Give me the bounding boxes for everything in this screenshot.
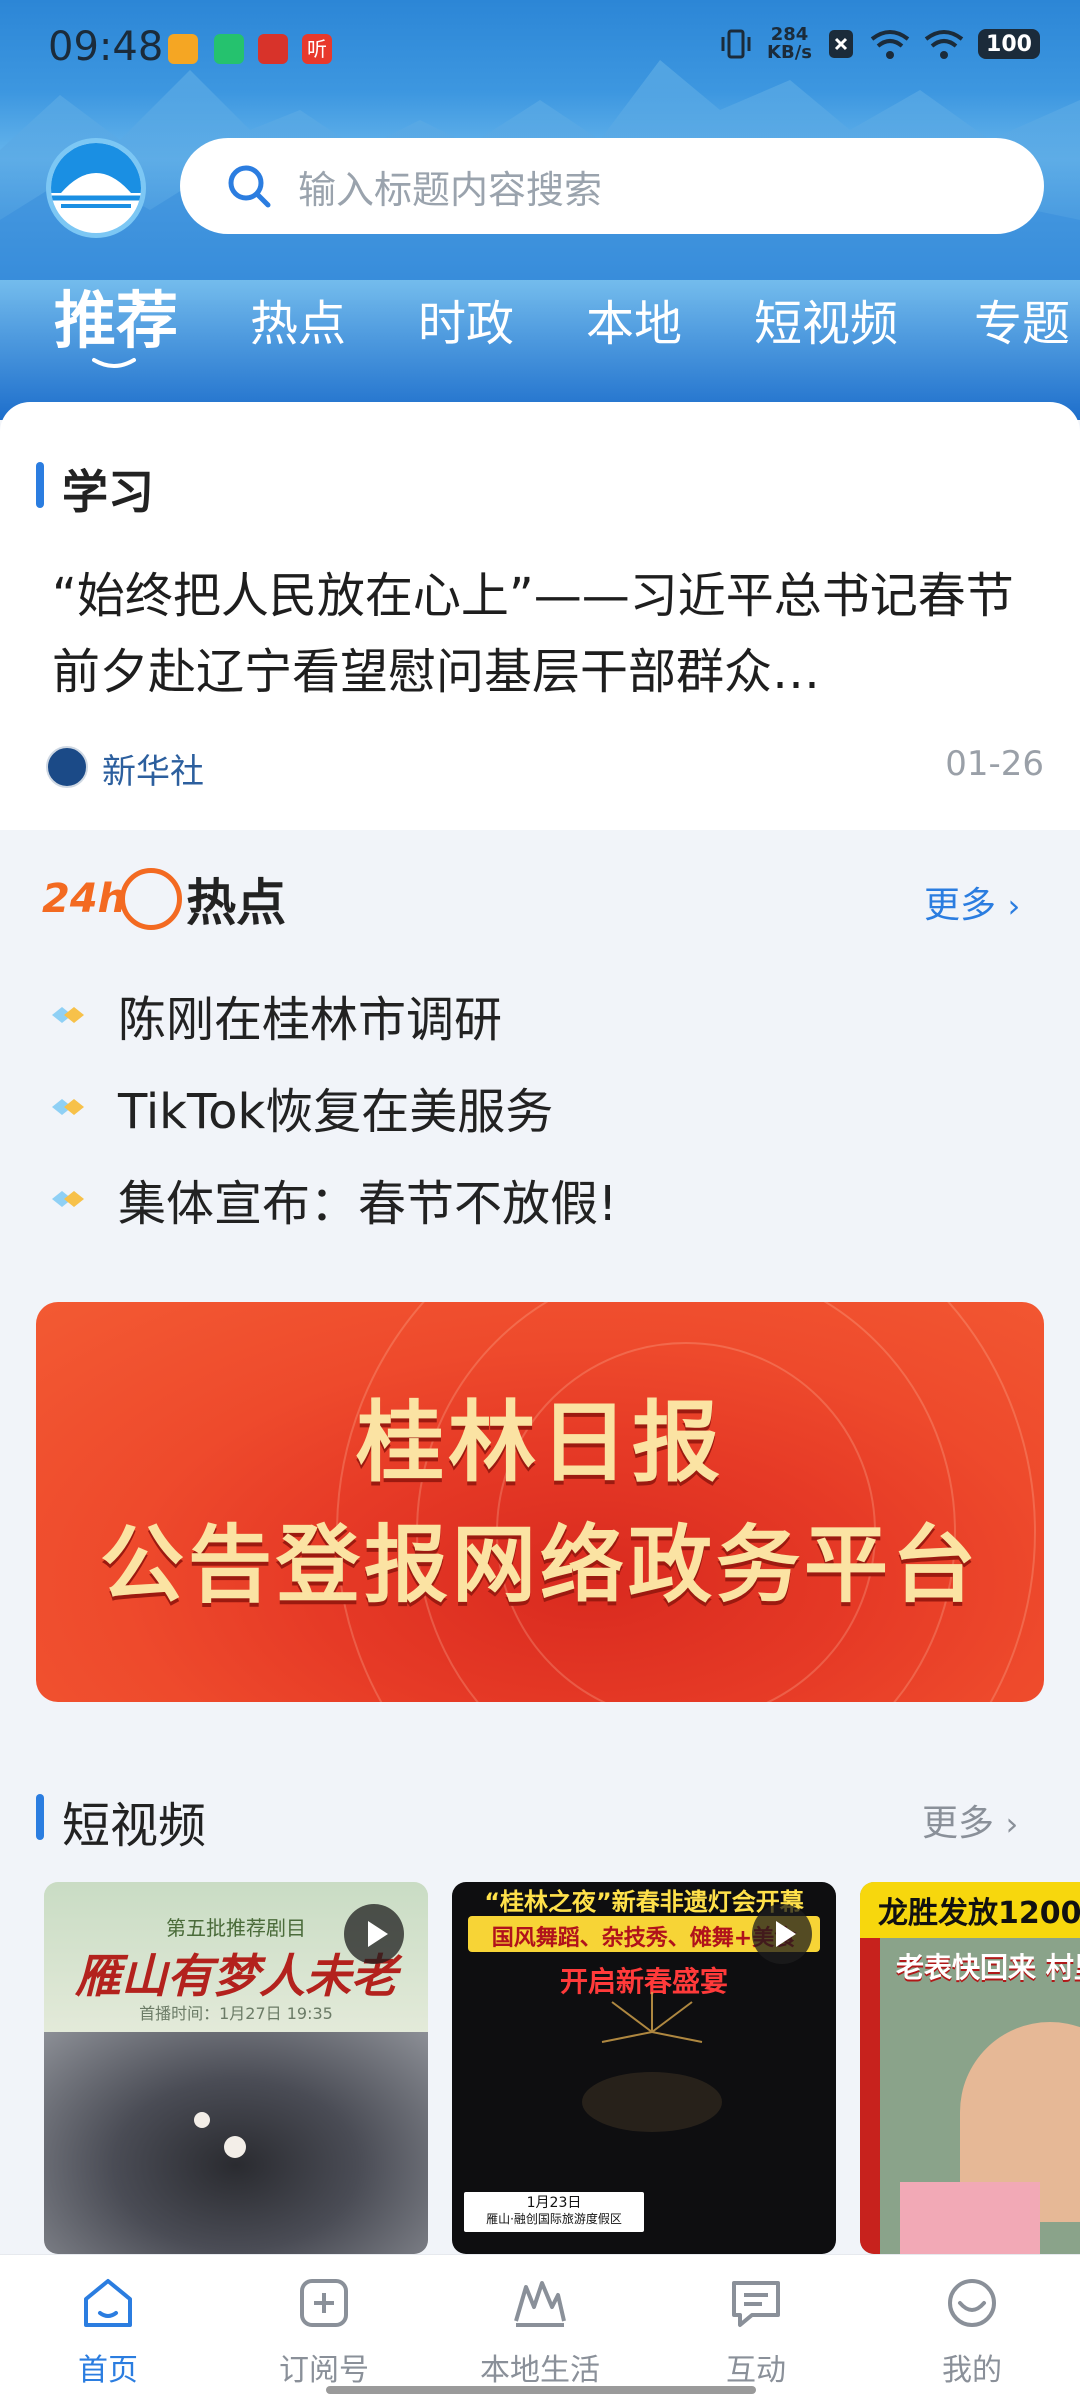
chevron-right-icon: › (1005, 1805, 1019, 1843)
hot-list-item[interactable]: TikTok恢复在美服务 (48, 1072, 553, 1142)
red-couplet-decoration (860, 1938, 880, 2254)
video-date: 1月23日 (526, 2195, 582, 2211)
video-card[interactable]: 龙胜发放1200余 老表快回来 村里 (860, 1882, 1080, 2254)
video-air-time: 首播时间：1月27日 19:35 (139, 2004, 333, 2023)
category-tabs: 推荐 热点 时政 本地 短视频 专题 (0, 270, 1080, 380)
banner-title: 桂林日报 (355, 1390, 724, 1494)
search-bar[interactable]: 输入标题内容搜索 (180, 138, 1044, 234)
hot-list-item[interactable]: 陈刚在桂林市调研 (48, 980, 502, 1050)
banknotes-graphic (900, 2182, 1040, 2254)
news-app-icon (258, 34, 288, 64)
heart-app-icon (168, 34, 198, 64)
chat-icon (732, 2281, 780, 2327)
nav-subscribe[interactable]: 订阅号 (244, 2273, 404, 2389)
video-card[interactable]: 第五批推荐剧目 雁山有梦人未老 首播时间：1月27日 19:35 (44, 1882, 428, 2254)
gov-platform-banner[interactable]: 桂林日报 公告登报网络政务平台 (36, 1302, 1044, 1702)
guilin-logo-icon (51, 143, 141, 208)
hot-section-title: 热点 (186, 874, 287, 932)
active-tab-indicator (92, 358, 136, 368)
nav-home[interactable]: 首页 (28, 2273, 188, 2389)
fireworks-graphic (582, 1992, 722, 2132)
banner-subtitle: 公告登报网络政务平台 (99, 1515, 980, 1614)
video-location: 雁山·融创国际旅游度假区 (486, 2212, 622, 2226)
play-icon[interactable] (344, 1904, 404, 1964)
hair-flower-decoration (194, 2112, 210, 2128)
app-logo[interactable] (46, 138, 146, 238)
hot-list-item[interactable]: 集体宣布：春节不放假! (48, 1164, 617, 1234)
listen-app-icon: 听 (302, 34, 332, 64)
clock-icon (120, 868, 183, 930)
nav-profile[interactable]: 我的 (892, 2273, 1052, 2389)
video-carousel[interactable]: 第五批推荐剧目 雁山有梦人未老 首播时间：1月27日 19:35 “桂林之夜”新… (0, 1882, 1080, 2254)
diamond-bullet-icon (52, 1007, 84, 1023)
home-icon (84, 2279, 132, 2327)
shield-app-icon (214, 34, 244, 64)
section-accent-bar (36, 462, 44, 508)
video-caption: 老表快回来 村里 (896, 1951, 1080, 1984)
hot-more-link[interactable]: 更多 › (924, 876, 1020, 928)
hot-24h-logo: 24h 热点 (42, 864, 286, 934)
hot-24h-badge: 24h (42, 876, 127, 922)
video-card[interactable]: “桂林之夜”新春非遗灯会开幕 国风舞蹈、杂技秀、傩舞+美食 开启新春盛宴 1月2… (452, 1882, 836, 2254)
wifi-icon (924, 30, 964, 59)
tab-hot[interactable]: 热点 (250, 284, 346, 354)
hair-flower-decoration (224, 2136, 246, 2158)
tab-topics[interactable]: 专题 (974, 284, 1070, 354)
battery-indicator: 100 (978, 29, 1040, 59)
network-speed: 284 KB/s (767, 24, 812, 63)
nav-local-life[interactable]: 本地生活 (460, 2273, 620, 2389)
tab-politics[interactable]: 时政 (418, 284, 514, 354)
vibrate-icon (721, 29, 751, 59)
subscribe-icon (300, 2279, 348, 2327)
status-bar: 09:48 听 284 KB/s 100 (0, 0, 1080, 100)
tab-recommend[interactable]: 推荐 (54, 270, 178, 360)
study-section-title: 学习 (62, 465, 154, 519)
home-indicator[interactable] (326, 2386, 756, 2394)
video-title: 龙胜发放1200余 (878, 1896, 1080, 1931)
status-time: 09:48 (48, 24, 164, 70)
video-more-link[interactable]: 更多 › (922, 1794, 1018, 1846)
nav-interact[interactable]: 互动 (676, 2273, 836, 2389)
diamond-bullet-icon (52, 1099, 84, 1115)
tab-local[interactable]: 本地 (586, 284, 682, 354)
wifi-6-icon (870, 30, 910, 59)
video-section-title: 短视频 (62, 1798, 207, 1854)
search-placeholder: 输入标题内容搜索 (298, 167, 603, 212)
source-name[interactable]: 新华社 (102, 744, 204, 793)
search-icon (228, 165, 271, 208)
study-headline[interactable]: “始终把人民放在心上”——习近平总书记春节前夕赴辽宁看望慰问基层干部群众… (52, 558, 1032, 710)
nfc-icon (829, 30, 853, 58)
local-life-icon (514, 2281, 566, 2327)
play-icon[interactable] (752, 1904, 812, 1964)
section-accent-bar (36, 1794, 44, 1840)
profile-icon (948, 2279, 996, 2327)
publish-date: 01-26 (945, 744, 1044, 784)
tab-short-video[interactable]: 短视频 (754, 284, 898, 354)
source-avatar (46, 746, 88, 788)
bottom-navigation: 首页 订阅号 本地生活 互动 我的 (0, 2254, 1080, 2400)
diamond-bullet-icon (52, 1191, 84, 1207)
chevron-right-icon: › (1007, 887, 1021, 925)
